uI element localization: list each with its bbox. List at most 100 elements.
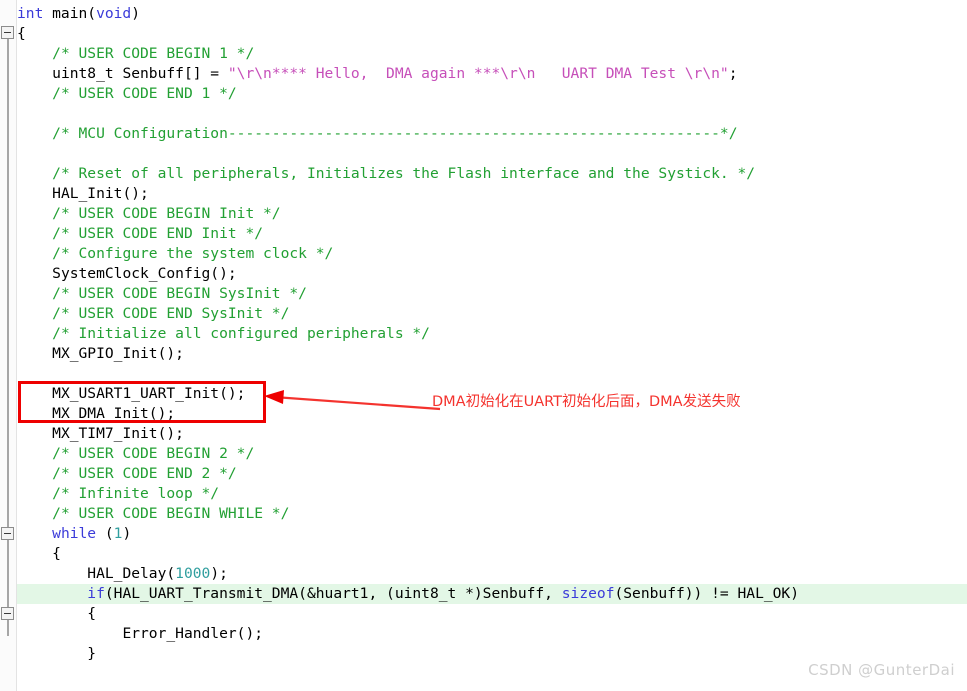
code-token-cm: /* Reset of all peripherals, Initializes… (52, 165, 756, 182)
code-line[interactable] (17, 104, 967, 124)
code-token-fn: HAL_Delay( (87, 565, 176, 582)
code-line[interactable]: if(HAL_UART_Transmit_DMA(&huart1, (uint8… (17, 584, 967, 604)
code-token-fn: MX_DMA_Init(); (52, 405, 176, 422)
code-folding-gutter[interactable] (0, 0, 17, 691)
code-token-cm: /* USER CODE END SysInit */ (52, 305, 290, 322)
code-line[interactable]: uint8_t Senbuff[] = "\r\n**** Hello, DMA… (17, 64, 967, 84)
code-line[interactable]: /* USER CODE BEGIN 1 */ (17, 44, 967, 64)
code-token-fn: ; (728, 65, 738, 82)
code-line[interactable]: HAL_Delay(1000); (17, 564, 967, 584)
code-line[interactable]: { (17, 24, 967, 44)
code-line[interactable]: /* USER CODE BEGIN Init */ (17, 204, 967, 224)
code-token-kw: if (87, 585, 105, 602)
code-token-fn: ) (122, 525, 132, 542)
code-token-fn: { (17, 25, 26, 42)
code-token-cm: /* USER CODE BEGIN WHILE */ (52, 505, 290, 522)
code-token-cm: /* USER CODE BEGIN Init */ (52, 205, 281, 222)
code-screenshot: int main(void){ /* USER CODE BEGIN 1 */ … (0, 0, 967, 691)
code-line[interactable] (17, 364, 967, 384)
code-token-fn: ( (96, 525, 114, 542)
fold-marker-if-block[interactable] (1, 607, 14, 620)
watermark-label: CSDN @GunterDai (808, 661, 955, 679)
code-line[interactable]: HAL_Init(); (17, 184, 967, 204)
code-line[interactable]: SystemClock_Config(); (17, 264, 967, 284)
code-token-fn: uint8_t Senbuff[] = (52, 65, 228, 82)
code-line[interactable]: while (1) (17, 524, 967, 544)
code-line[interactable]: Error_Handler(); (17, 624, 967, 644)
code-token-fn: HAL_Init(); (52, 185, 149, 202)
code-token-cm: /* USER CODE END Init */ (52, 225, 264, 242)
code-line[interactable]: /* USER CODE END Init */ (17, 224, 967, 244)
code-token-cm: /* USER CODE BEGIN SysInit */ (52, 285, 307, 302)
code-line[interactable]: /* USER CODE END 2 */ (17, 464, 967, 484)
code-line[interactable]: /* USER CODE BEGIN WHILE */ (17, 504, 967, 524)
code-line[interactable]: int main(void) (17, 4, 967, 24)
code-line[interactable]: /* Initialize all configured peripherals… (17, 324, 967, 344)
code-token-cm: /* USER CODE BEGIN 1 */ (52, 45, 255, 62)
code-token-fn: SystemClock_Config(); (52, 265, 237, 282)
code-line[interactable]: /* Configure the system clock */ (17, 244, 967, 264)
code-line[interactable]: /* Reset of all peripherals, Initializes… (17, 164, 967, 184)
annotation-text: DMA初始化在UART初始化后面，DMA发送失败 (432, 394, 741, 410)
code-token-kw: while (52, 525, 97, 542)
fold-marker-function-main[interactable] (1, 26, 14, 39)
code-line[interactable]: /* MCU Configuration--------------------… (17, 124, 967, 144)
code-token-kw: sizeof (561, 585, 615, 602)
code-token-fn: ) (131, 5, 141, 22)
code-token-str: "\r\n**** Hello, DMA again ***\r\n UART … (227, 65, 729, 82)
code-token-cm: /* Configure the system clock */ (52, 245, 334, 262)
code-line[interactable] (17, 144, 967, 164)
fold-marker-while-loop[interactable] (1, 527, 14, 540)
code-line[interactable]: MX_GPIO_Init(); (17, 344, 967, 364)
code-token-fn: ); (210, 565, 228, 582)
code-line[interactable]: /* USER CODE END SysInit */ (17, 304, 967, 324)
code-token-fn: MX_USART1_UART_Init(); (52, 385, 246, 402)
code-line[interactable]: /* USER CODE END 1 */ (17, 84, 967, 104)
code-line[interactable]: /* USER CODE BEGIN 2 */ (17, 444, 967, 464)
code-token-cm: /* USER CODE BEGIN 2 */ (52, 445, 255, 462)
code-token-kw: void (96, 5, 132, 22)
code-token-cm: /* Initialize all configured peripherals… (52, 325, 430, 342)
code-token-cm: /* USER CODE END 1 */ (52, 85, 237, 102)
code-token-fn: (HAL_UART_Transmit_DMA(&huart1, (uint8_t… (104, 585, 562, 602)
fold-guide-line (7, 26, 9, 636)
code-token-cm: /* USER CODE END 2 */ (52, 465, 237, 482)
code-line[interactable]: MX_TIM7_Init(); (17, 424, 967, 444)
code-token-fn: MX_TIM7_Init(); (52, 425, 184, 442)
code-token-kw: int (17, 5, 44, 22)
code-line[interactable]: { (17, 544, 967, 564)
code-token-fn: Error_Handler(); (122, 625, 264, 642)
code-line[interactable]: /* Infinite loop */ (17, 484, 967, 504)
code-token-num: 1000 (175, 565, 211, 582)
source-code-view[interactable]: int main(void){ /* USER CODE BEGIN 1 */ … (17, 0, 967, 691)
code-line[interactable]: { (17, 604, 967, 624)
code-token-fn: { (52, 545, 61, 562)
code-line[interactable]: /* USER CODE BEGIN SysInit */ (17, 284, 967, 304)
